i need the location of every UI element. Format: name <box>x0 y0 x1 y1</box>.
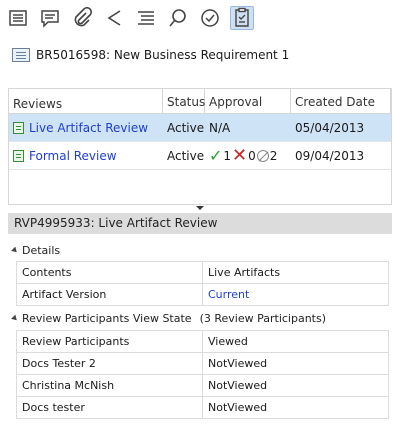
col-status[interactable]: Status <box>163 89 205 113</box>
details-row: Artifact Version Current <box>16 283 389 306</box>
history-icon[interactable] <box>134 6 158 30</box>
review-created-date: 05/04/2013 <box>295 120 365 135</box>
review-created-date: 09/04/2013 <box>295 148 365 163</box>
grid-header: Reviews Status Approval Created Date <box>9 89 391 114</box>
participants-table: Review Participants Viewed Docs Tester 2… <box>16 330 389 419</box>
attachments-icon[interactable] <box>70 6 94 30</box>
participants-header: Review Participants Viewed <box>16 330 389 353</box>
participant-state: NotViewed <box>202 396 389 419</box>
table-row[interactable]: Formal Review Active ✓ 1 ✕ 0 2 09/04/201… <box>9 142 391 170</box>
participant-state: NotViewed <box>202 374 389 397</box>
requirement-icon <box>12 48 30 62</box>
search-icon[interactable] <box>166 6 190 30</box>
pane-splitter[interactable] <box>8 205 392 211</box>
approvals-icon[interactable] <box>198 6 222 30</box>
col-review-participants: Review Participants <box>16 330 203 353</box>
review-icon <box>13 121 24 134</box>
table-row: Docs tester NotViewed <box>16 396 389 419</box>
col-reviews[interactable]: Reviews <box>9 89 163 113</box>
table-row: Docs Tester 2 NotViewed <box>16 352 389 375</box>
participants-count: (3 Review Participants) <box>199 312 327 325</box>
participants-section-label: Review Participants View State <box>22 312 192 325</box>
review-link[interactable]: Live Artifact Review <box>29 121 148 135</box>
collapse-triangle-icon <box>11 314 19 323</box>
reviews-grid: Reviews Status Approval Created Date Liv… <box>8 88 392 205</box>
col-approval[interactable]: Approval <box>205 89 291 113</box>
abstained-icon <box>256 149 269 162</box>
chevron-down-icon <box>196 206 204 210</box>
review-status: Active <box>167 148 205 163</box>
details-table: Contents Live Artifacts Artifact Version… <box>16 261 389 306</box>
table-row[interactable]: Live Artifact Review Active N/A 05/04/20… <box>9 114 391 142</box>
review-approval: ✓ 1 ✕ 0 2 <box>205 144 291 166</box>
review-icon <box>13 149 24 162</box>
details-section-label: Details <box>22 244 61 257</box>
participant-name: Docs tester <box>16 396 203 419</box>
details-row: Contents Live Artifacts <box>16 261 389 284</box>
rejected-icon: ✕ <box>232 144 248 166</box>
collapse-triangle-icon <box>11 246 19 255</box>
details-label: Artifact Version <box>16 283 203 306</box>
approved-icon: ✓ <box>209 145 223 165</box>
details-label: Contents <box>16 261 203 284</box>
col-created-date[interactable]: Created Date <box>291 89 391 113</box>
col-viewed: Viewed <box>202 330 389 353</box>
requirement-title-text: BR5016598: New Business Requirement 1 <box>36 48 290 62</box>
participant-name: Docs Tester 2 <box>16 352 203 375</box>
details-section-toggle[interactable]: Details <box>11 244 61 257</box>
participant-name: Christina McNish <box>16 374 203 397</box>
share-icon[interactable] <box>102 6 126 30</box>
abstained-count: 2 <box>269 148 278 163</box>
table-row: Christina McNish NotViewed <box>16 374 389 397</box>
review-approval: N/A <box>209 120 231 135</box>
detail-header: RVP4995933: Live Artifact Review <box>8 213 392 234</box>
overview-icon[interactable] <box>6 6 30 30</box>
rejected-count: 0 <box>248 148 256 163</box>
comments-icon[interactable] <box>38 6 62 30</box>
participant-state: NotViewed <box>202 352 389 375</box>
review-status: Active <box>167 120 205 135</box>
toolbar <box>6 2 254 34</box>
participants-section-toggle[interactable]: Review Participants View State (3 Review… <box>11 312 327 325</box>
approved-count: 1 <box>223 148 232 163</box>
details-value: Live Artifacts <box>202 261 389 284</box>
review-link[interactable]: Formal Review <box>29 149 117 163</box>
artifact-version-link[interactable]: Current <box>202 283 389 306</box>
requirement-title: BR5016598: New Business Requirement 1 <box>12 48 289 62</box>
reviews-icon[interactable] <box>230 6 254 30</box>
